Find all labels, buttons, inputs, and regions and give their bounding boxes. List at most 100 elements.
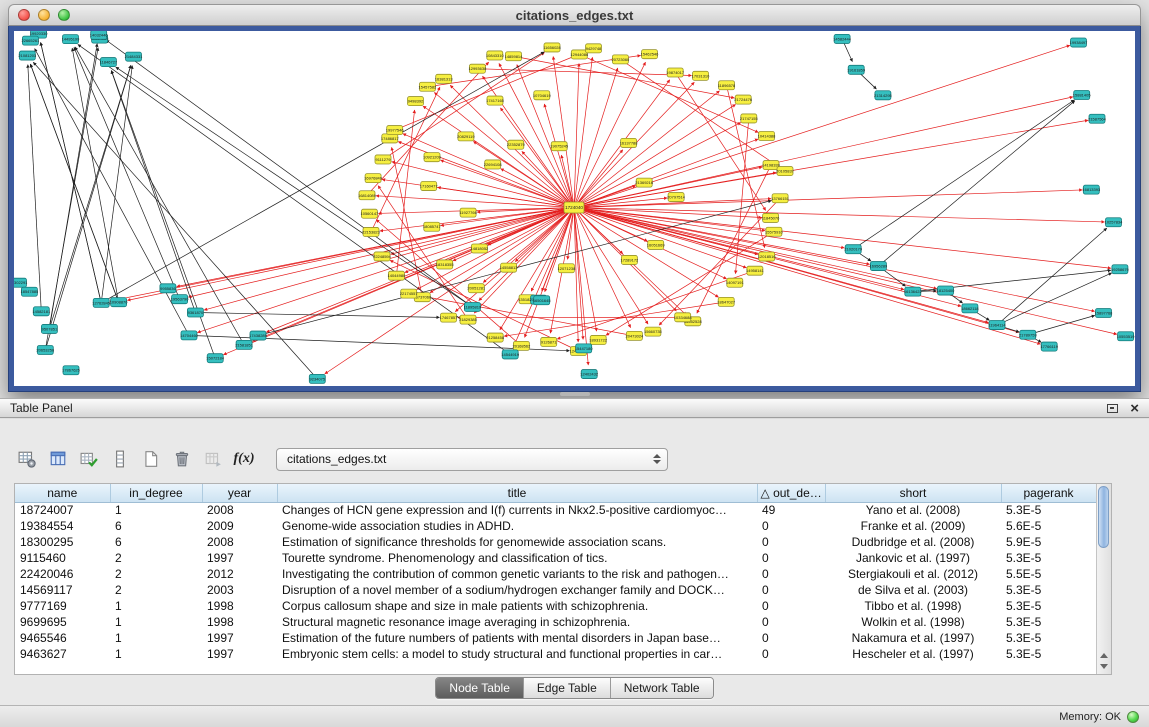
graph-edge[interactable]	[127, 207, 574, 300]
network-graph[interactable]: 1376615111845076155759101201851614958141…	[14, 31, 1135, 386]
graph-edge[interactable]	[45, 65, 131, 350]
column-header-out_de[interactable]: △ out_de…	[757, 484, 825, 502]
delete-column-button[interactable]	[169, 446, 195, 472]
row-options-button[interactable]	[107, 446, 133, 472]
table-panel-header: Table Panel ×	[0, 398, 1149, 418]
table-cell: Embryonic stem cells: a model to study s…	[277, 646, 757, 662]
table-selector-combobox[interactable]: citations_edges.txt	[276, 448, 668, 471]
window-titlebar[interactable]: citations_edges.txt	[8, 4, 1141, 26]
table-row[interactable]: 1456911722003Disruption of a novel membe…	[15, 582, 1096, 598]
graph-node-label: 11896578	[718, 83, 736, 88]
column-header-in_degree[interactable]: in_degree	[110, 484, 202, 502]
graph-node-label: 22665261	[22, 38, 41, 43]
graph-edge[interactable]	[49, 44, 97, 329]
tab-edge-table[interactable]: Edge Table	[523, 678, 610, 698]
show-columns-button[interactable]	[45, 446, 71, 472]
float-panel-icon[interactable]	[1107, 404, 1118, 413]
scroll-down-icon[interactable]	[1100, 664, 1108, 669]
table-row[interactable]: 2242004622012Investigating the contribut…	[15, 566, 1096, 582]
graph-edge[interactable]	[579, 54, 758, 132]
zoom-window-button[interactable]	[58, 9, 70, 21]
graph-edge[interactable]	[853, 100, 1074, 249]
graph-edge[interactable]	[74, 47, 180, 299]
graph-edge[interactable]	[574, 207, 631, 327]
tab-node-table[interactable]: Node Table	[436, 678, 523, 698]
table-row[interactable]: 1830029562008Estimation of significance …	[15, 534, 1096, 550]
graph-edge[interactable]	[501, 169, 574, 208]
graph-node-label: 11964114	[988, 323, 1006, 328]
import-table-button[interactable]	[200, 446, 226, 472]
table-row[interactable]: 977716911998Corpus callosum shape and si…	[15, 598, 1096, 614]
table-row[interactable]: 1872400712008Changes of HCN gene express…	[15, 502, 1096, 518]
graph-edge[interactable]	[398, 142, 574, 208]
graph-edge[interactable]	[195, 312, 439, 317]
graph-edge[interactable]	[574, 207, 746, 267]
graph-edge[interactable]	[72, 48, 118, 302]
graph-edge[interactable]	[441, 160, 575, 207]
graph-edge[interactable]	[574, 123, 741, 208]
new-column-button[interactable]	[138, 446, 164, 472]
graph-edge[interactable]	[574, 91, 720, 208]
graph-edge[interactable]	[252, 207, 574, 341]
graph-edge[interactable]	[574, 120, 1088, 207]
graph-edge[interactable]	[1028, 316, 1095, 335]
table-cell: 5.6E-5	[1001, 518, 1096, 534]
table-row[interactable]: 969969511998Structural magnetic resonanc…	[15, 614, 1096, 630]
close-window-button[interactable]	[18, 9, 30, 21]
function-builder-button[interactable]: f(x)	[231, 446, 257, 472]
table-cell: Estimation of significance thresholds fo…	[277, 534, 757, 550]
graph-edge[interactable]	[574, 190, 1082, 208]
graph-edge[interactable]	[499, 63, 574, 207]
column-header-short[interactable]: short	[825, 484, 1001, 502]
graph-node-label: 9429748	[586, 46, 602, 51]
graph-edge[interactable]	[473, 141, 574, 207]
graph-edge[interactable]	[574, 207, 719, 297]
table-options-button[interactable]	[14, 446, 40, 472]
graph-edge[interactable]	[78, 44, 510, 354]
graph-edge[interactable]	[111, 71, 195, 313]
graph-edge[interactable]	[574, 97, 1073, 208]
scrollbar-thumb[interactable]	[1098, 486, 1109, 548]
graph-node-label: 14818052	[471, 246, 490, 251]
column-header-year[interactable]: year	[202, 484, 277, 502]
graph-node-label: 22694108	[484, 162, 503, 167]
column-header-title[interactable]: title	[277, 484, 757, 502]
graph-edge[interactable]	[376, 196, 574, 208]
graph-edge[interactable]	[574, 207, 937, 288]
splitter-handle[interactable]	[560, 392, 590, 396]
graph-edge[interactable]	[878, 101, 1074, 266]
graph-edge[interactable]	[49, 65, 130, 329]
graph-edge[interactable]	[574, 207, 583, 339]
graph-edge[interactable]	[574, 68, 618, 207]
graph-edge[interactable]	[500, 108, 574, 208]
tab-network-table[interactable]: Network Table	[610, 678, 713, 698]
graph-edge[interactable]	[574, 207, 1041, 344]
vertical-scrollbar[interactable]	[1096, 484, 1111, 674]
table-body: 1872400712008Changes of HCN gene express…	[15, 502, 1096, 662]
graph-edge[interactable]	[553, 56, 574, 207]
graph-node-label: 22174557	[400, 291, 419, 296]
graph-edge[interactable]	[101, 52, 544, 303]
table-cell: Estimation of the future numbers of pati…	[277, 630, 757, 646]
graph-edge[interactable]	[574, 207, 1095, 311]
graph-edge[interactable]	[28, 65, 42, 312]
graph-edge[interactable]	[574, 207, 1117, 334]
table-row[interactable]: 911546021997Tourette syndrome. Phenomeno…	[15, 550, 1096, 566]
table-row[interactable]: 1938455462009Genome-wide association stu…	[15, 518, 1096, 534]
graph-edge[interactable]	[574, 207, 1105, 221]
table-row[interactable]: 946554611997Estimation of the future num…	[15, 630, 1096, 646]
table-row[interactable]: 946362711997Embryonic stem cells: a mode…	[15, 646, 1096, 662]
table-cell: Changes of HCN gene expression and I(f) …	[277, 502, 757, 518]
graph-edge[interactable]	[574, 139, 758, 207]
column-header-name[interactable]: name	[15, 484, 110, 502]
graph-edge[interactable]	[574, 104, 736, 207]
minimize-window-button[interactable]	[38, 9, 50, 21]
graph-edge[interactable]	[517, 65, 574, 208]
table-cell: 2	[110, 582, 202, 598]
edit-table-button[interactable]	[76, 446, 102, 472]
scroll-up-icon[interactable]	[1100, 653, 1108, 658]
column-header-pagerank[interactable]: pagerank	[1001, 484, 1096, 502]
close-panel-icon[interactable]: ×	[1130, 401, 1139, 416]
graph-node-label: 20829119	[457, 134, 475, 139]
graph-edge[interactable]	[417, 207, 574, 289]
